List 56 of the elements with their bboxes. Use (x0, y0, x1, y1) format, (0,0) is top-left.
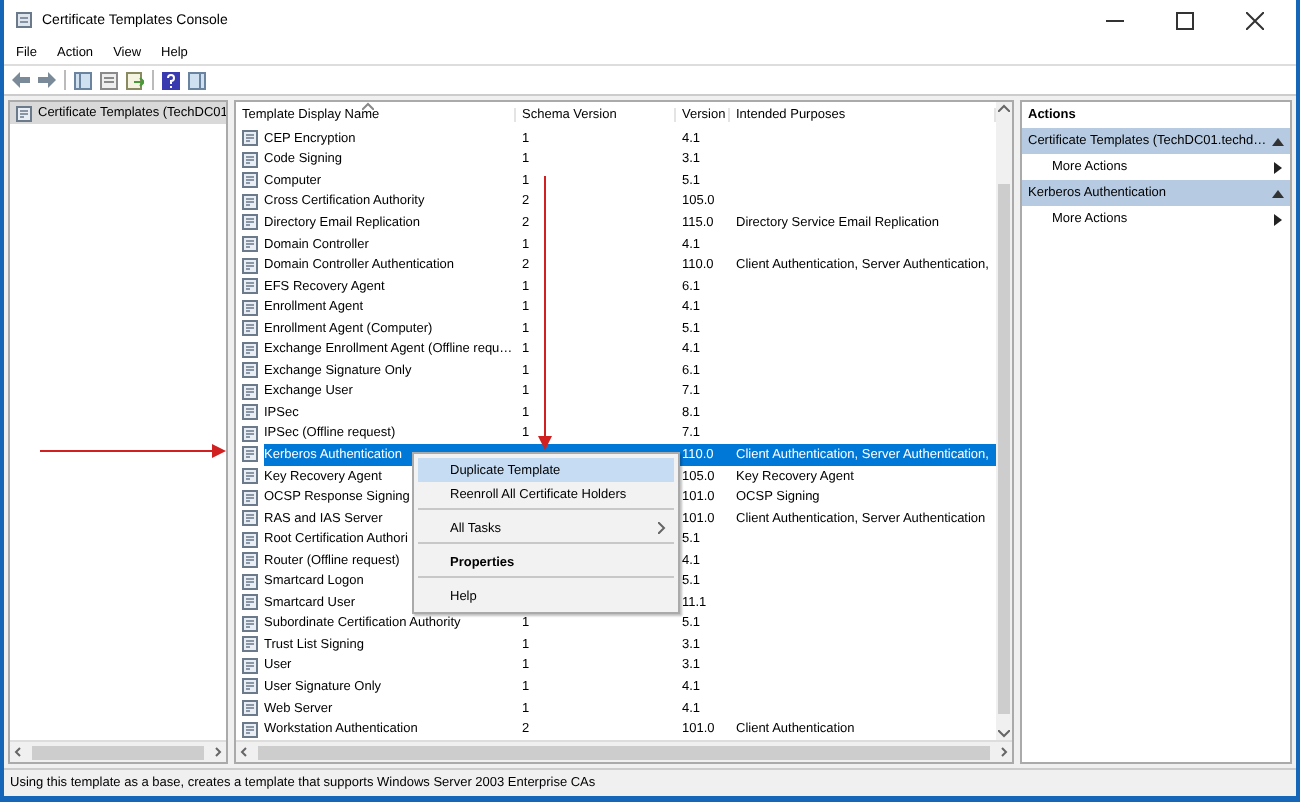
horizontal-scrollbar[interactable] (236, 740, 1012, 762)
certificate-icon (242, 425, 258, 442)
certificate-icon (242, 278, 258, 295)
scroll-left-icon[interactable] (236, 744, 252, 760)
certificate-icon (242, 678, 258, 695)
certificate-icon (242, 362, 258, 379)
certificate-icon (242, 721, 258, 738)
certificate-icon (242, 531, 258, 548)
certificate-icon (242, 636, 258, 653)
scroll-right-icon[interactable] (996, 744, 1012, 760)
scroll-down-icon[interactable] (998, 730, 1010, 738)
certificate-icon (242, 383, 258, 400)
certificate-icon (242, 257, 258, 274)
certificate-icon (242, 552, 258, 569)
maximize-icon[interactable] (1176, 11, 1194, 29)
submenu-arrow-icon (1274, 161, 1282, 173)
collapse-caret-icon[interactable] (1272, 137, 1284, 145)
certificate-icon (242, 510, 258, 527)
export-list-icon[interactable] (126, 71, 144, 89)
certificate-icon (242, 236, 258, 252)
certificate-icon (242, 573, 258, 590)
scroll-left-icon[interactable] (10, 744, 26, 760)
properties-icon[interactable] (100, 71, 118, 89)
certificate-icon (242, 700, 258, 717)
certificate-icon (242, 657, 258, 674)
back-arrow-icon[interactable] (12, 72, 30, 88)
horizontal-scrollbar[interactable] (10, 740, 226, 762)
scroll-right-icon[interactable] (210, 744, 226, 760)
console-tree-icon[interactable] (74, 71, 92, 89)
certificate-icon (242, 193, 258, 210)
certificate-icon (242, 214, 258, 231)
submenu-arrow-icon (1274, 213, 1282, 225)
scrollbar-thumb[interactable] (32, 745, 204, 759)
certificate-icon (242, 404, 258, 421)
scrollbar-thumb[interactable] (258, 745, 990, 759)
certificate-icon (242, 341, 258, 358)
console-icon (16, 12, 32, 28)
close-icon[interactable] (1246, 11, 1264, 29)
certificate-icon (242, 489, 258, 506)
certificate-icon (242, 468, 258, 485)
certificate-icon (242, 615, 258, 632)
forward-arrow-icon[interactable] (38, 72, 56, 88)
certificate-icon (242, 446, 258, 463)
certificate-icon (242, 172, 258, 189)
certificate-icon (242, 151, 258, 168)
certificate-icon (16, 105, 32, 121)
vertical-scrollbar[interactable] (996, 102, 1012, 740)
help-icon[interactable] (162, 71, 180, 89)
action-pane-icon[interactable] (188, 71, 206, 89)
certificate-icon (242, 130, 258, 147)
scroll-up-icon[interactable] (998, 104, 1010, 112)
collapse-caret-icon[interactable] (1272, 189, 1284, 197)
certificate-icon (242, 299, 258, 316)
certificate-icon (242, 594, 258, 611)
sort-caret-icon (362, 102, 374, 110)
certificate-icon (242, 320, 258, 337)
